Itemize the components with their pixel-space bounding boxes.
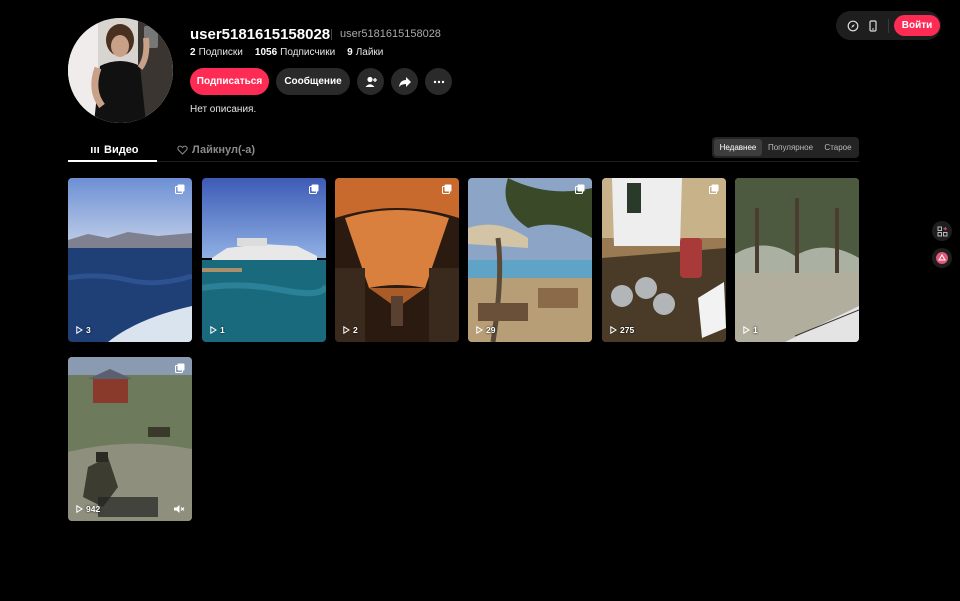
multi-photo-icon: [709, 184, 719, 194]
profile-stats: 2 Подписки 1056 Подписчики 9 Лайки: [190, 47, 383, 58]
video-thumbnail: [202, 178, 326, 342]
sort-oldest[interactable]: Старое: [819, 139, 857, 156]
video-thumbnail: [335, 178, 459, 342]
video-card[interactable]: 1: [202, 178, 326, 342]
divider: [331, 29, 332, 40]
play-icon: [343, 326, 350, 334]
apps-icon: [937, 226, 947, 236]
profile-actions: Подписаться Сообщение: [190, 68, 452, 95]
effect-button[interactable]: [932, 248, 952, 268]
play-icon: [610, 326, 617, 334]
effect-icon: [936, 252, 948, 264]
play-icon: [210, 326, 217, 334]
likes-stat: 9 Лайки: [347, 47, 384, 58]
video-card[interactable]: 1: [735, 178, 859, 342]
video-thumbnail: [68, 178, 192, 342]
multi-photo-icon: [175, 184, 185, 194]
tab-active-indicator: [68, 160, 157, 162]
add-user-icon: [365, 76, 377, 87]
profile-nickname: user5181615158028: [340, 28, 441, 40]
top-actions-bar: Войти: [836, 11, 941, 40]
following-stat[interactable]: 2 Подписки: [190, 47, 243, 58]
phone-icon[interactable]: [865, 18, 881, 34]
follow-button[interactable]: Подписаться: [190, 68, 269, 95]
followers-stat[interactable]: 1056 Подписчики: [255, 47, 335, 58]
sort-recent[interactable]: Недавнее: [714, 139, 762, 156]
video-thumbnail: [468, 178, 592, 342]
share-button[interactable]: [391, 68, 418, 95]
heart-lock-icon: [177, 145, 188, 155]
video-card[interactable]: 275: [602, 178, 726, 342]
video-card[interactable]: 2: [335, 178, 459, 342]
share-icon: [398, 76, 411, 87]
add-friend-button[interactable]: [357, 68, 384, 95]
grid-icon: [91, 147, 99, 153]
multi-photo-icon: [309, 184, 319, 194]
login-button[interactable]: Войти: [894, 15, 940, 36]
more-button[interactable]: [425, 68, 452, 95]
multi-photo-icon: [575, 184, 585, 194]
more-icon: [433, 80, 444, 83]
play-icon: [476, 326, 483, 334]
divider: [888, 18, 889, 33]
tab-liked[interactable]: Лайкнул(-а): [177, 141, 255, 159]
video-thumbnail: [68, 357, 192, 521]
view-count: 2: [343, 325, 358, 335]
view-count: 275: [610, 325, 634, 335]
view-count: 1: [743, 325, 758, 335]
video-card[interactable]: 3: [68, 178, 192, 342]
tab-liked-label: Лайкнул(-а): [192, 144, 256, 156]
play-icon: [76, 505, 83, 513]
view-count: 3: [76, 325, 91, 335]
profile-username: user5181615158028: [190, 26, 331, 43]
avatar[interactable]: [68, 18, 173, 123]
video-thumbnail: [602, 178, 726, 342]
multi-photo-icon: [175, 363, 185, 373]
video-card[interactable]: 942: [68, 357, 192, 521]
view-count: 1: [210, 325, 225, 335]
play-icon: [743, 326, 750, 334]
view-count: 29: [476, 325, 495, 335]
sort-toggle: Недавнее Популярное Старое: [712, 137, 859, 158]
apps-button[interactable]: [932, 221, 952, 241]
tab-videos-label: Видео: [104, 144, 139, 156]
mute-icon[interactable]: [173, 503, 185, 515]
multi-photo-icon: [442, 184, 452, 194]
tab-videos[interactable]: Видео: [90, 141, 139, 159]
view-count: 942: [76, 504, 100, 514]
profile-bio: Нет описания.: [190, 104, 257, 115]
compass-icon[interactable]: [845, 18, 861, 34]
tabs-divider: [68, 161, 859, 162]
message-button[interactable]: Сообщение: [276, 68, 350, 95]
video-thumbnail: [735, 178, 859, 342]
sort-popular[interactable]: Популярное: [762, 139, 819, 156]
play-icon: [76, 326, 83, 334]
video-card[interactable]: 29: [468, 178, 592, 342]
